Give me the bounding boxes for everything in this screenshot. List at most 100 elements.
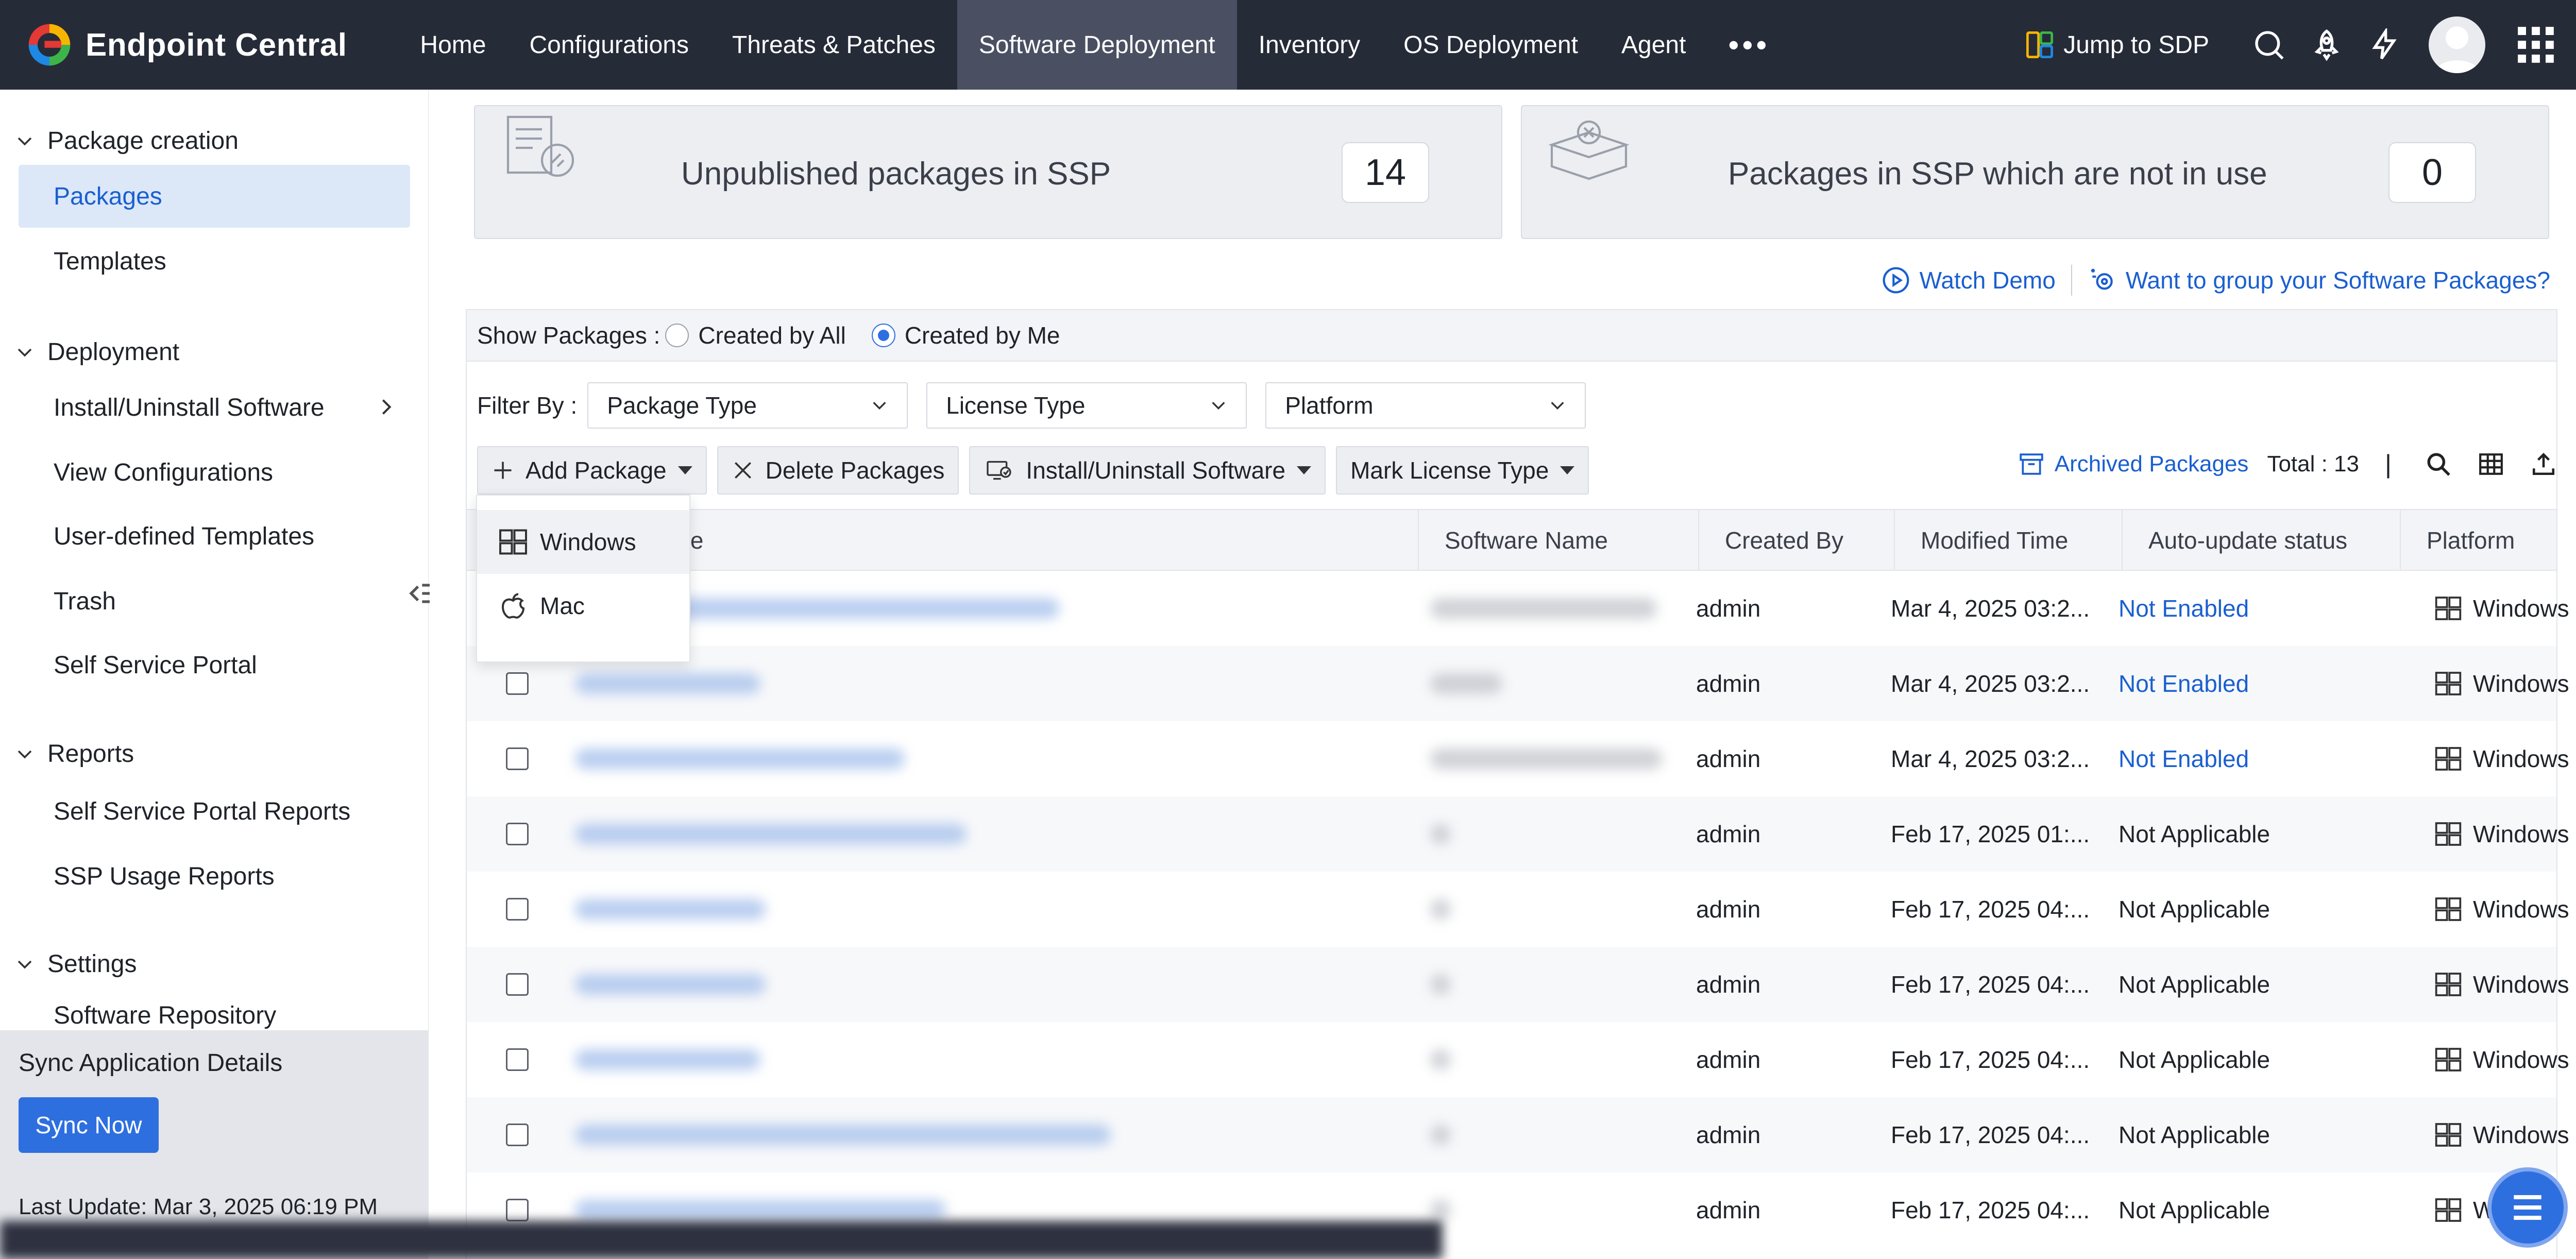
- sidebar-item-self-service-portal[interactable]: Self Service Portal: [19, 634, 410, 696]
- row-checkbox[interactable]: [506, 1124, 529, 1146]
- software-name-cell: [1430, 872, 1451, 947]
- show-packages-label: Show Packages :: [477, 322, 660, 349]
- package-type-select[interactable]: Package Type: [587, 382, 908, 429]
- auto-update-status-cell[interactable]: Not Enabled: [2119, 721, 2249, 796]
- redacted-package-name: [575, 673, 760, 694]
- row-checkbox[interactable]: [506, 973, 529, 996]
- row-checkbox[interactable]: [506, 1048, 529, 1071]
- delete-packages-button[interactable]: Delete Packages: [717, 446, 959, 495]
- table-row[interactable]: admin Mar 4, 2025 03:2... Not Enabled Windo…: [467, 721, 2569, 796]
- sidebar-group-settings[interactable]: Settings: [15, 950, 137, 978]
- nav-more-icon[interactable]: •••: [1707, 0, 1790, 90]
- redacted-software-name: [1430, 748, 1662, 769]
- nav-inventory[interactable]: Inventory: [1237, 0, 1382, 90]
- add-package-button[interactable]: Add Package: [477, 446, 707, 495]
- package-name-cell[interactable]: [575, 1022, 760, 1097]
- nav-home[interactable]: Home: [398, 0, 507, 90]
- search-icon[interactable]: [2252, 28, 2285, 61]
- redacted-package-name: [575, 1200, 946, 1220]
- nav-agent[interactable]: Agent: [1600, 0, 1707, 90]
- table-row[interactable]: admin Feb 17, 2025 04:... Not Applicable Wi…: [467, 872, 2569, 947]
- chevron-right-icon: [382, 399, 392, 415]
- chevron-down-icon: [18, 960, 32, 969]
- created-by-all-radio[interactable]: [665, 324, 689, 347]
- sidebar-item-install-uninstall[interactable]: Install/Uninstall Software: [19, 376, 410, 439]
- sidebar-group-package-creation[interactable]: Package creation: [15, 127, 239, 155]
- apps-grid-icon[interactable]: [2516, 25, 2555, 64]
- column-header-software-name[interactable]: Software Name: [1418, 510, 1698, 571]
- sidebar-item-user-defined-templates[interactable]: User-defined Templates: [19, 505, 410, 568]
- table-row[interactable]: admin Feb 17, 2025 04:... Not Applicable Wi…: [467, 1097, 2569, 1172]
- caret-down-icon: [677, 466, 692, 474]
- sidebar-item-view-configurations[interactable]: View Configurations: [19, 441, 410, 504]
- sidebar-item-ssp-usage-reports[interactable]: SSP Usage Reports: [19, 845, 410, 908]
- column-chooser-icon[interactable]: [2478, 451, 2504, 477]
- row-checkbox-cell: [506, 1022, 529, 1097]
- table-row[interactable]: admin Feb 17, 2025 04:... Not Applicable Wi…: [467, 1022, 2569, 1097]
- search-icon[interactable]: [2426, 451, 2451, 477]
- help-links: Watch Demo Want to group your Software P…: [1882, 265, 2550, 296]
- table-row[interactable]: admin Feb 17, 2025 04:... Not Applicable Wi…: [467, 947, 2569, 1022]
- lightning-icon[interactable]: [2368, 28, 2401, 61]
- sidebar-item-ssp-reports[interactable]: Self Service Portal Reports: [19, 780, 410, 843]
- row-checkbox[interactable]: [506, 1199, 529, 1221]
- created-by-me-label[interactable]: Created by Me: [905, 321, 1060, 349]
- package-name-cell[interactable]: [575, 721, 905, 796]
- package-name-cell[interactable]: [575, 796, 967, 872]
- rocket-icon[interactable]: [2310, 28, 2343, 61]
- avatar[interactable]: [2429, 16, 2485, 73]
- platform-select[interactable]: Platform: [1265, 382, 1586, 429]
- row-checkbox[interactable]: [506, 898, 529, 921]
- modified-time-cell: Feb 17, 2025 01:...: [1891, 821, 2090, 847]
- menu-item-mac[interactable]: Mac: [477, 574, 689, 638]
- export-icon[interactable]: [2531, 451, 2556, 477]
- column-header-auto-update-status[interactable]: Auto-update status: [2122, 510, 2400, 571]
- menu-item-windows[interactable]: Windows: [477, 510, 689, 574]
- row-checkbox[interactable]: [506, 747, 529, 770]
- unpublished-packages-card[interactable]: Unpublished packages in SSP 14: [474, 105, 1502, 239]
- package-name-cell[interactable]: [575, 1097, 1111, 1172]
- column-header-modified-time[interactable]: Modified Time: [1894, 510, 2122, 571]
- sidebar-group-deployment[interactable]: Deployment: [15, 338, 179, 366]
- archived-packages-link[interactable]: Archived Packages: [2019, 451, 2248, 477]
- nav-threats-patches[interactable]: Threats & Patches: [710, 0, 957, 90]
- nav-os-deployment[interactable]: OS Deployment: [1382, 0, 1600, 90]
- column-header-created-by[interactable]: Created By: [1698, 510, 1894, 571]
- package-name-cell[interactable]: [575, 872, 766, 947]
- row-checkbox[interactable]: [506, 672, 529, 695]
- row-checkbox[interactable]: [506, 823, 529, 845]
- menu-fab-button[interactable]: [2487, 1167, 2568, 1248]
- sidebar-item-trash[interactable]: Trash: [19, 570, 410, 633]
- nav-configurations[interactable]: Configurations: [507, 0, 710, 90]
- packages-not-in-use-card[interactable]: Packages in SSP which are not in use 0: [1521, 105, 2549, 239]
- install-uninstall-button[interactable]: Install/Uninstall Software: [969, 446, 1326, 495]
- created-by-all-label[interactable]: Created by All: [698, 321, 845, 349]
- table-row[interactable]: admin Mar 4, 2025 03:2... Not Enabled Windo…: [467, 571, 2569, 646]
- sidebar-item-packages[interactable]: Packages: [19, 165, 410, 228]
- mark-license-type-button[interactable]: Mark License Type: [1336, 446, 1589, 495]
- sidebar: Package creation Packages Templates Depl…: [0, 90, 429, 1030]
- table-row[interactable]: admin Mar 4, 2025 03:2... Not Enabled Windo…: [467, 646, 2569, 721]
- software-name-cell: [1430, 721, 1662, 796]
- table-row[interactable]: admin Feb 17, 2025 01:... Not Applicable Wi…: [467, 796, 2569, 872]
- created-by-me-radio[interactable]: [871, 324, 895, 347]
- auto-update-status-cell[interactable]: Not Enabled: [2119, 571, 2249, 646]
- auto-update-status-cell[interactable]: Not Enabled: [2119, 646, 2249, 721]
- auto-update-status-cell: Not Applicable: [2119, 821, 2270, 847]
- jump-to-sdp-link[interactable]: Jump to SDP: [2026, 31, 2209, 59]
- sidebar-item-software-repository[interactable]: Software Repository: [19, 1001, 410, 1030]
- group-packages-link[interactable]: Want to group your Software Packages?: [2126, 266, 2550, 294]
- top-bar: Endpoint Central Home Configurations Thr…: [0, 0, 2576, 90]
- sidebar-group-reports[interactable]: Reports: [15, 740, 134, 768]
- watch-demo-link[interactable]: Watch Demo: [1920, 266, 2056, 294]
- nav-software-deployment[interactable]: Software Deployment: [957, 0, 1237, 90]
- sidebar-item-templates[interactable]: Templates: [19, 230, 410, 293]
- sync-now-button[interactable]: Sync Now: [19, 1097, 159, 1153]
- modified-time-cell: Feb 17, 2025 04:...: [1891, 971, 2090, 998]
- column-header-platform[interactable]: Platform: [2400, 510, 2557, 571]
- package-name-cell[interactable]: [575, 947, 766, 1022]
- package-type-value: Package Type: [607, 392, 757, 419]
- license-type-select[interactable]: License Type: [926, 382, 1247, 429]
- brand[interactable]: Endpoint Central: [25, 20, 347, 70]
- chevron-down-icon: [1551, 402, 1564, 410]
